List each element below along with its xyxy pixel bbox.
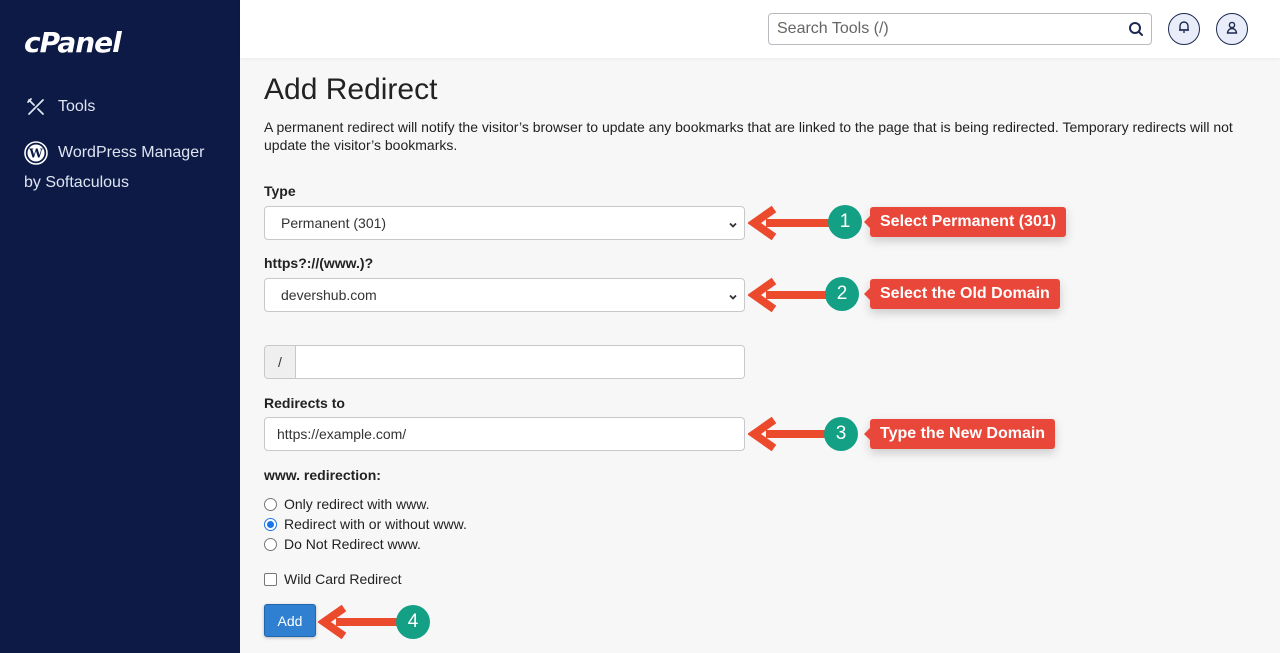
domain-label: https?://(www.)? — [264, 255, 374, 271]
path-input-group: / — [264, 345, 745, 379]
user-menu-button[interactable] — [1216, 13, 1248, 45]
wildcard-redirect-checkbox-row[interactable]: Wild Card Redirect — [264, 571, 401, 587]
sidebar-item-label: WordPress Manager — [58, 144, 205, 161]
annotation-arrow-4 — [318, 604, 400, 640]
domain-select[interactable]: devershub.com — [264, 278, 745, 312]
tools-icon — [24, 95, 48, 119]
chevron-down-icon — [728, 289, 738, 305]
page-title: Add Redirect — [264, 73, 438, 106]
search-box — [768, 13, 1152, 45]
checkbox-label: Wild Card Redirect — [284, 571, 402, 587]
path-input[interactable] — [296, 346, 744, 378]
radio-label: Redirect with or without www. — [284, 516, 467, 532]
domain-select-value: devershub.com — [281, 287, 377, 303]
sidebar: cPanel Tools W WordPress Manager by Soft… — [0, 0, 240, 653]
bell-icon — [1177, 20, 1191, 39]
search-input[interactable] — [769, 14, 1121, 44]
radio-label: Do Not Redirect www. — [284, 536, 421, 552]
type-select[interactable]: Permanent (301) — [264, 206, 745, 240]
chevron-down-icon — [728, 217, 738, 233]
add-button[interactable]: Add — [264, 604, 316, 637]
svg-text:W: W — [28, 147, 43, 161]
annotation-arrow-1 — [748, 205, 830, 241]
sidebar-item-sublabel[interactable]: by Softaculous — [24, 174, 129, 192]
radio-do-not-redirect-www[interactable]: Do Not Redirect www. — [264, 536, 421, 552]
radio-button[interactable] — [264, 537, 277, 551]
step-badge-4: 4 — [396, 605, 430, 639]
user-icon — [1225, 20, 1239, 39]
sidebar-item-label: Tools — [58, 98, 96, 115]
search-icon[interactable] — [1121, 14, 1151, 44]
www-redirection-label: www. redirection: — [264, 467, 381, 483]
radio-with-or-without-www[interactable]: Redirect with or without www. — [264, 516, 467, 532]
radio-button[interactable] — [264, 517, 277, 531]
path-prefix: / — [265, 346, 296, 378]
annotation-callout-1: Select Permanent (301) — [863, 207, 1067, 237]
radio-label: Only redirect with www. — [284, 496, 430, 512]
type-label: Type — [264, 183, 296, 199]
notifications-button[interactable] — [1168, 13, 1200, 45]
annotation-callout-2: Select the Old Domain — [864, 279, 1060, 309]
cpanel-logo[interactable]: cPanel — [24, 26, 122, 59]
step-badge-3: 3 — [824, 417, 858, 451]
step-badge-2: 2 — [825, 277, 859, 311]
type-select-value: Permanent (301) — [281, 215, 387, 231]
sidebar-item-wordpress-manager[interactable]: W WordPress Manager — [24, 141, 204, 165]
wordpress-icon: W — [24, 141, 48, 165]
top-bar — [240, 0, 1280, 58]
page-description: A permanent redirect will notify the vis… — [264, 119, 1233, 153]
wildcard-checkbox[interactable] — [264, 572, 277, 586]
radio-only-with-www[interactable]: Only redirect with www. — [264, 496, 429, 512]
sidebar-item-tools[interactable]: Tools — [24, 95, 95, 119]
step-badge-1: 1 — [828, 205, 862, 239]
annotation-callout-3: Type the New Domain — [863, 419, 1056, 449]
redirects-to-label: Redirects to — [264, 395, 345, 411]
radio-button[interactable] — [264, 497, 277, 511]
redirects-to-input[interactable] — [264, 417, 745, 451]
